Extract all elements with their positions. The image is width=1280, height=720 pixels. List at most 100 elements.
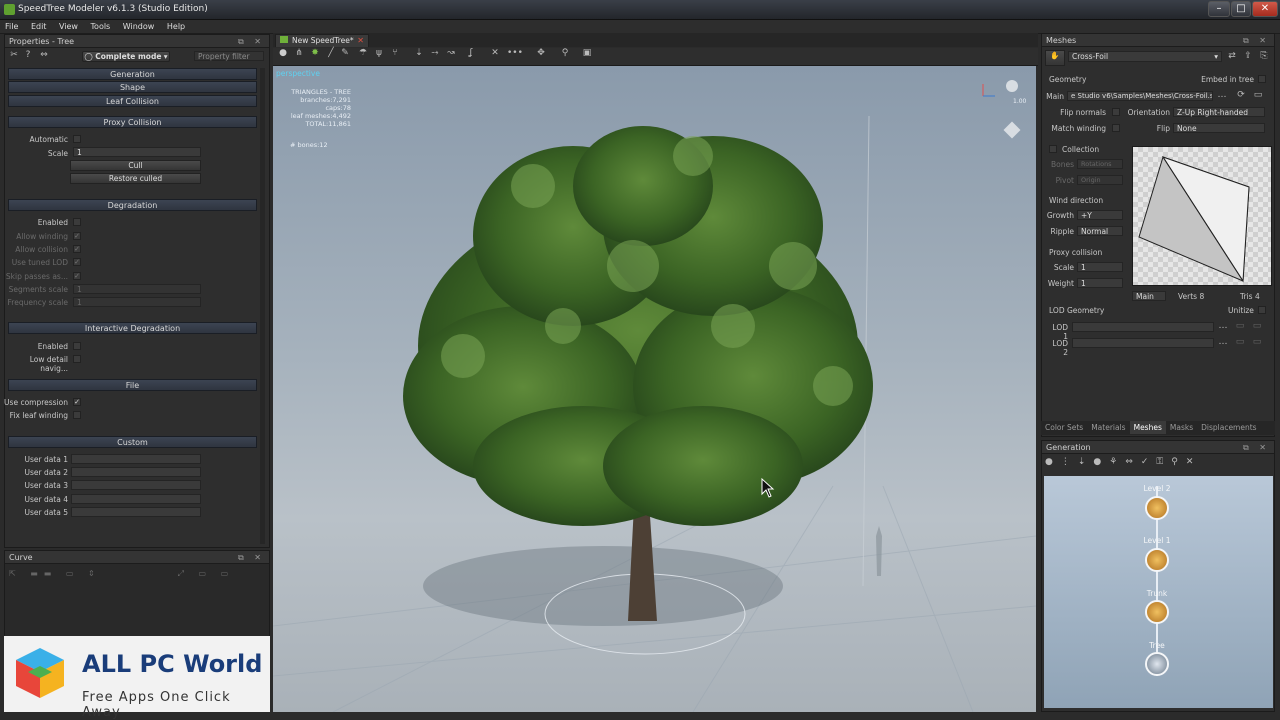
hand-icon[interactable]: ✋ [1045,50,1065,66]
interactive-enabled-checkbox[interactable] [73,342,81,350]
curve-float-close-icon[interactable]: ⧉ ✕ [238,551,265,564]
menu-tools[interactable]: Tools [86,20,116,34]
curve-toolbar[interactable]: ⇱ ▬▬ ▭ ⇕ ⤢ ▭ ▭ [9,569,267,581]
node-level2[interactable] [1145,496,1169,520]
mesh-add-icon[interactable]: ⇄ [1226,51,1238,62]
degradation-enabled-checkbox[interactable] [73,218,81,226]
node-trunk[interactable] [1145,600,1169,624]
cross-tool-icon[interactable]: ✕ [489,48,501,59]
mesh-select[interactable]: Cross-Foil ▾ [1068,51,1222,62]
ripple-select[interactable]: Normal [1077,226,1123,236]
menu-window[interactable]: Window [118,20,160,34]
document-tab[interactable]: New SpeedTree* ✕ [275,34,369,47]
section-proxy-collision[interactable]: Proxy Collision [8,116,257,128]
dots-tool-icon[interactable]: ••• [507,48,523,59]
mesh-preview[interactable] [1132,146,1272,286]
menu-file[interactable]: File [0,20,23,34]
preview-lod-select[interactable]: Main [1132,291,1166,301]
lod2-field[interactable] [1072,338,1214,348]
reload-icon[interactable]: ⟳ [1235,90,1247,101]
scale-field[interactable]: 1 [73,147,201,157]
view-gizmo-icon[interactable] [1006,80,1018,92]
user-data-3-field[interactable] [71,480,201,490]
fix-leaf-winding-checkbox[interactable] [73,411,81,419]
section-generation[interactable]: Generation [8,68,257,80]
generation-float-close-icon[interactable]: ⧉ ✕ [1243,441,1270,454]
screen-tool-icon[interactable]: ▣ [581,48,593,59]
mesh-delete-icon[interactable]: ⎘ [1258,51,1270,62]
orientation-select[interactable]: Z-Up Right-handed [1173,107,1265,117]
generation-graph[interactable]: Level 2 Level 1 Trunk Tree [1044,476,1273,708]
browse-icon[interactable]: … [1216,90,1228,101]
minimize-button[interactable]: – [1208,1,1230,17]
branch-tool-icon[interactable]: ⑂ [389,48,401,59]
mesh-options-icon[interactable]: ▭ [1252,90,1264,101]
restore-culled-button[interactable]: Restore culled [70,173,201,184]
menu-help[interactable]: Help [162,20,190,34]
viewport-mode-label[interactable]: perspective [276,69,320,78]
close-window-button[interactable]: ✕ [1252,1,1278,17]
lod1-browse-icon[interactable]: … [1217,321,1229,332]
section-shape[interactable]: Shape [8,81,257,93]
3d-viewport[interactable]: perspective TRIANGLES - TREE branches:7,… [273,66,1036,712]
tab-displacements[interactable]: Displacements [1197,421,1260,434]
help-icon[interactable]: ? [22,50,34,61]
mesh-scale-field[interactable]: 1 [1077,262,1123,272]
zoom-tool-icon[interactable]: ⚲ [559,48,571,59]
mesh-export-icon[interactable]: ⇪ [1242,51,1254,62]
close-tab-icon[interactable]: ✕ [357,35,364,47]
section-leaf-collision[interactable]: Leaf Collision [8,95,257,107]
unitize-checkbox[interactable] [1258,306,1266,314]
low-detail-checkbox[interactable] [73,355,81,363]
section-interactive-degradation[interactable]: Interactive Degradation [8,322,257,334]
arrow-tool-icon[interactable]: ↝ [445,48,457,59]
tools-icon[interactable]: ✂ [8,50,20,61]
user-data-1-field[interactable] [71,454,201,464]
tab-meshes[interactable]: Meshes [1129,421,1166,434]
prune-tool-icon[interactable]: ⤑ [429,48,441,59]
mode-select[interactable]: ◯ Complete mode ▾ [82,51,170,62]
maximize-button[interactable]: □ [1231,1,1251,17]
flip-normals-checkbox[interactable] [1112,108,1120,116]
tree-tool-icon[interactable]: ⋔ [293,48,305,59]
tab-masks[interactable]: Masks [1166,421,1197,434]
lod2-browse-icon[interactable]: … [1217,337,1229,348]
menu-edit[interactable]: Edit [26,20,52,34]
menu-view[interactable]: View [54,20,83,34]
cull-button[interactable]: Cull [70,160,201,171]
umbrella-tool-icon[interactable]: ☂ [357,48,369,59]
section-custom[interactable]: Custom [8,436,257,448]
tab-materials[interactable]: Materials [1087,421,1129,434]
pen-tool-icon[interactable]: ✎ [339,48,351,59]
collection-checkbox[interactable] [1049,145,1057,153]
flip-select[interactable]: None [1173,123,1265,133]
node-tree[interactable] [1145,652,1169,676]
fork-tool-icon[interactable]: ψ [373,48,385,59]
properties-scrollbar[interactable] [260,68,265,544]
link-icon[interactable]: ⇔ [38,50,50,61]
tab-color-sets[interactable]: Color Sets [1041,421,1087,434]
growth-select[interactable]: +Y [1077,210,1123,220]
hook-tool-icon[interactable]: ʆ [465,48,477,59]
match-winding-checkbox[interactable] [1112,124,1120,132]
embed-checkbox[interactable] [1258,75,1266,83]
section-degradation[interactable]: Degradation [8,199,257,211]
lod1-field[interactable] [1072,322,1214,332]
user-data-5-field[interactable] [71,507,201,517]
sphere-tool-icon[interactable]: ● [277,48,289,59]
brush-tool-icon[interactable]: ╱ [325,48,337,59]
node-level1[interactable] [1145,548,1169,572]
property-filter-input[interactable]: Property filter [194,51,264,61]
generation-toolbar[interactable]: ●⋮⇣●⚘⇔✓⚿⚲✕ [1045,457,1271,471]
section-file[interactable]: File [8,379,257,391]
main-path-field[interactable]: e Studio v6\Samples\Meshes\Cross-Foil.st… [1067,91,1213,101]
user-data-4-field[interactable] [71,494,201,504]
user-data-2-field[interactable] [71,467,201,477]
leaf-tool-icon[interactable]: ✸ [309,48,321,59]
weight-field[interactable]: 1 [1077,278,1123,288]
panel-float-close-icon[interactable]: ⧉ ✕ [238,35,265,48]
automatic-checkbox[interactable] [73,135,81,143]
node-tool-icon[interactable]: ⇣ [413,48,425,59]
meshes-float-close-icon[interactable]: ⧉ ✕ [1243,34,1270,47]
move-tool-icon[interactable]: ✥ [535,48,547,59]
